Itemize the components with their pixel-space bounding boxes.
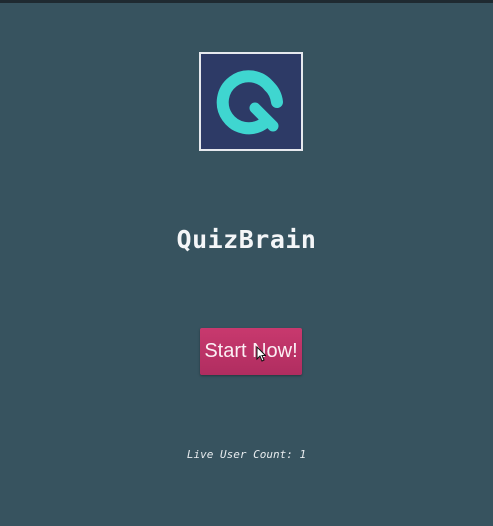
app-logo [199, 52, 303, 151]
quiz-start-screen: QuizBrain Start Now! Live User Count: 1 [0, 0, 493, 526]
live-user-count-label: Live User Count: [186, 448, 293, 461]
live-user-count-value: 1 [299, 448, 307, 461]
start-now-button[interactable]: Start Now! [200, 328, 302, 375]
live-user-count: Live User Count: 1 [0, 448, 493, 461]
app-title: QuizBrain [176, 225, 317, 254]
quizbrain-q-logo-icon [216, 69, 283, 134]
